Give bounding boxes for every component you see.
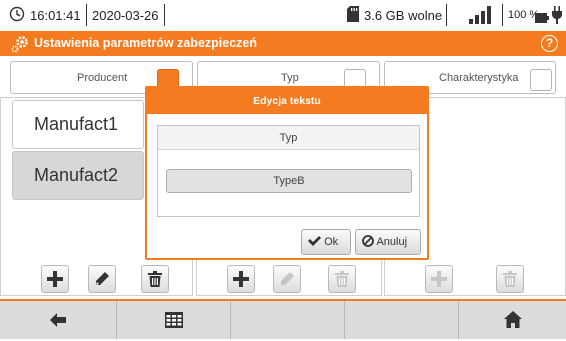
battery-icon [535, 10, 549, 28]
list-item[interactable]: Manufact2 [12, 151, 144, 200]
dialog-text-input[interactable]: TypeB [166, 169, 412, 193]
status-time: 16:01:41 [30, 8, 81, 23]
column-header-label: Typ [281, 72, 299, 84]
trash-icon [335, 271, 349, 292]
home-button[interactable] [460, 301, 566, 339]
cancel-label: Anuluj [376, 236, 408, 248]
list-item[interactable]: Manufact1 [12, 100, 144, 149]
check-icon [308, 236, 321, 248]
arrow-left-icon [50, 311, 66, 331]
plus-icon [431, 271, 447, 292]
page-title: Ustawienia parametrów zabezpieczeń [34, 36, 257, 50]
home-icon [504, 311, 522, 332]
nav-empty-1 [232, 301, 345, 339]
plug-icon [552, 6, 562, 29]
edit-text-dialog: Edycja tekstu Typ TypeB Ok Anuluj [145, 86, 429, 260]
ok-button[interactable]: Ok [301, 229, 351, 255]
characteristic-checkbox[interactable] [530, 69, 552, 91]
status-storage: 3.6 GB wolne [364, 8, 443, 23]
help-symbol: ? [545, 36, 554, 50]
trash-icon [148, 271, 162, 292]
column-header-label: Charakterystyka [439, 72, 519, 84]
add-button[interactable] [227, 265, 255, 293]
title-bar: Ustawienia parametrów zabezpieczeń ? [0, 31, 566, 56]
status-divider [164, 4, 165, 26]
cancel-icon [362, 235, 374, 248]
dialog-title: Edycja tekstu [147, 88, 427, 114]
clock-icon [9, 6, 25, 27]
trash-icon [503, 271, 517, 292]
column-header-label: Producent [77, 72, 128, 84]
add-button[interactable] [425, 265, 453, 293]
edit-button[interactable] [273, 265, 301, 293]
dialog-field-box: Typ TypeB [157, 125, 420, 217]
grid-icon [165, 312, 183, 332]
help-icon[interactable]: ? [541, 35, 558, 52]
table-view-button[interactable] [118, 301, 231, 339]
nav-empty-2 [346, 301, 459, 339]
status-bar: 16:01:41 2020-03-26 3.6 GB wolne 100 % [0, 0, 566, 30]
dialog-field-label: Typ [158, 126, 419, 150]
pencil-icon [279, 271, 295, 292]
signal-bars-icon [469, 6, 495, 29]
ok-label: Ok [324, 236, 339, 248]
delete-button[interactable] [328, 265, 356, 293]
delete-button[interactable] [496, 265, 524, 293]
gear-icon [10, 34, 30, 59]
sd-card-icon [347, 6, 359, 27]
cancel-button[interactable]: Anuluj [355, 229, 421, 255]
plus-icon [233, 271, 249, 292]
delete-button[interactable] [141, 265, 169, 293]
plus-icon [47, 271, 63, 292]
back-button[interactable] [0, 301, 117, 339]
status-divider [502, 4, 503, 26]
status-divider [86, 4, 87, 26]
add-button[interactable] [41, 265, 69, 293]
bottom-navigation [0, 299, 566, 339]
pencil-icon [94, 271, 110, 292]
status-date: 2020-03-26 [92, 8, 159, 23]
status-divider [446, 4, 447, 26]
edit-button[interactable] [88, 265, 116, 293]
